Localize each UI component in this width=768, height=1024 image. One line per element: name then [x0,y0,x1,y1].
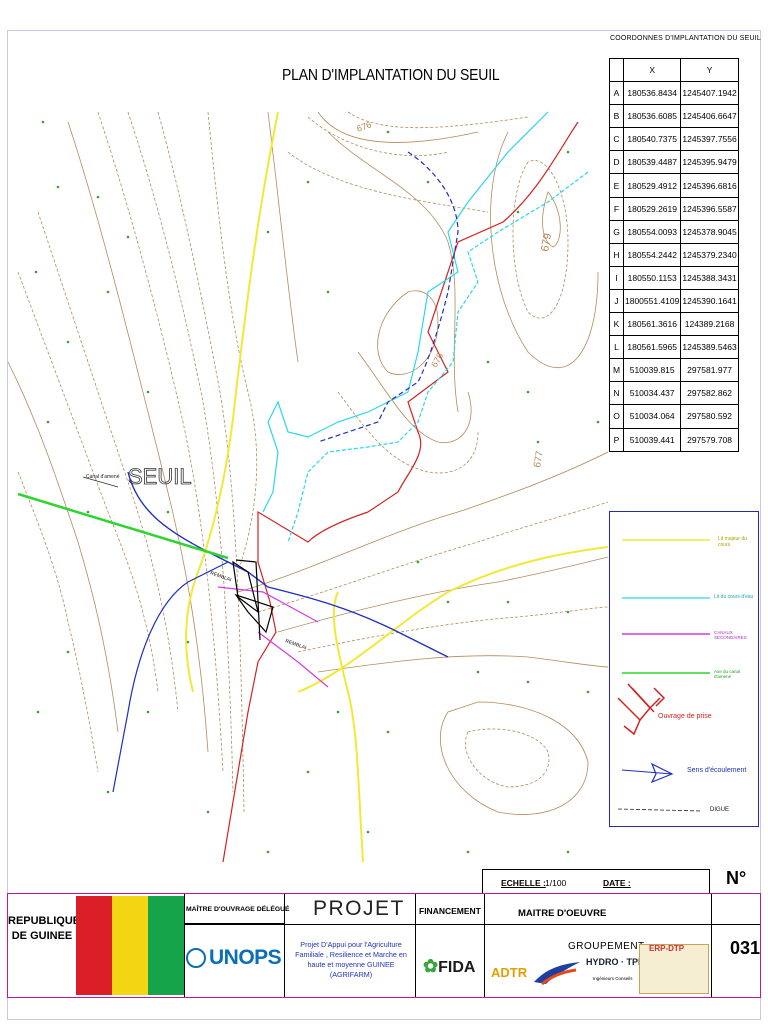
topographic-map: SEUIL Canal d'amené REMBLAI REMBLAI 676 … [8,111,608,863]
erp-logo: ERP-DTP [649,944,685,953]
table-row: N 510034.437 297582.862 [609,381,739,406]
legend-box: Lit majeur du cours Lit du cours d'eau C… [609,511,759,827]
header-y: Y [680,57,739,83]
legend-item-canaux: CANAUX SECONDAIRES [714,630,747,640]
table-row: D 180539.4487 1245395.9479 [609,150,739,175]
flag-yellow [112,896,148,995]
legend-item-lit-majeur: Lit majeur du cours [718,536,747,548]
contour-label-679: 679 [539,232,554,252]
yellow-lit-majeur-left [185,111,279,693]
drawing-number: 031 [730,938,761,958]
table-row: L 180561.5965 1245389.5463 [609,335,739,360]
flag-red [76,896,112,995]
cyan-line [262,111,549,513]
swoosh-logo-icon [532,958,582,986]
projet-description: Projet D'Appui pour l'Agriculture Famili… [295,940,407,979]
green-canal-axis [17,492,229,560]
legend-item-digue: DIGUE [710,807,730,813]
coordinates-title: COORDONNES D'IMPLANTATION DU SEUIL [610,35,762,42]
remblai-label-1: REMBLAI [209,570,232,583]
adtr-logo: ADTR [491,965,528,980]
number-label: N° [726,868,747,888]
legend-item-sens: Sens d'écoulement [687,767,747,774]
legend-item-canal-axis: Axe du canal d'amené [714,669,741,679]
plan-title: PLAN D'IMPLANTATION DU SEUIL [282,64,500,84]
fida-logo: ✿FIDA [423,956,476,976]
blue-dashed-line [317,151,459,443]
financement-label: FINANCEMENT [419,906,481,916]
scale-value: 1/100 [545,878,567,888]
magenta-channel-1 [217,586,319,623]
date-label: DATE : [603,878,631,888]
coordinates-table: X Y A 180536.8434 1245407.1942 B 180536.608… [609,57,739,452]
table-row: F 180529.2619 1245396.5587 [609,196,739,221]
hydro-tpe-logo: HYDRO · TPE [586,957,645,967]
un-emblem-icon [186,948,206,969]
scale-label: ECHELLE : [501,878,546,888]
flag-green [148,896,184,995]
table-row: B 180536.6085 1245406.6647 [609,104,739,129]
blue-line-2 [112,561,229,793]
contour-label-677: 677 [532,450,546,469]
survey-points [34,120,600,854]
table-row: M 510039.815 297581.977 [609,358,739,383]
contour-label-678: 678 [429,351,445,369]
groupement-label: GROUPEMENT [568,941,645,952]
maitre-oeuvre-label: MAITRE D'OEUVRE [518,908,607,919]
legend-item-ouvrage: Ouvrage de prise [658,713,712,720]
unops-logo: UNOPS [186,946,282,970]
yellow-lit-majeur-mid [332,591,364,863]
canal-label: Canal d'amené [86,474,120,480]
contour-lines [8,111,608,815]
table-row: O 510034.064 297580.592 [609,404,739,429]
fida-leaf-icon: ✿ [423,956,439,976]
header-x: X [622,57,682,83]
table-row: I 180550.1153 1245388.3431 [609,265,739,290]
yellow-lit-majeur-right [297,546,608,693]
projet-label: PROJET [313,897,405,920]
table-row: A 180536.8434 1245407.1942 [609,81,739,106]
title-block: REPUBLIQUE DE GUINEE MAÎTRE D'OUVRAGE DÉ… [7,893,761,998]
table-header-row: X Y [609,57,739,83]
table-row: J 1800551.4109 1245390.1641 [609,288,739,314]
table-row: K 180561.3616 124389.2168 [609,312,739,337]
seuil-label: SEUIL [128,464,192,489]
weir-structure [232,559,274,641]
table-row: E 180529.4912 1245396.6816 [609,173,739,198]
table-row: C 180540.7375 1245397.7556 [609,127,739,152]
table-row: P 510039.441 297579.708 [609,427,739,452]
republique-label: REPUBLIQUE DE GUINEE [8,915,81,942]
table-row: G 180554.0093 1245378.9045 [609,219,739,244]
hydro-subtitle: Ingénieurs Conseils [593,976,633,981]
red-line [222,121,579,863]
contour-label-676: 676 [355,119,373,134]
remblai-label-2: REMBLAI [284,638,307,651]
maitre-ouvrage-label: MAÎTRE D'OUVRAGE DÉLÉGUÉ [186,906,290,913]
scale-date-box: ECHELLE : 1/100 DATE : [482,869,710,894]
legend-item-lit-cours: Lit du cours d'eau [714,594,754,600]
table-row: H 180554.2442 1245379.2340 [609,242,739,267]
